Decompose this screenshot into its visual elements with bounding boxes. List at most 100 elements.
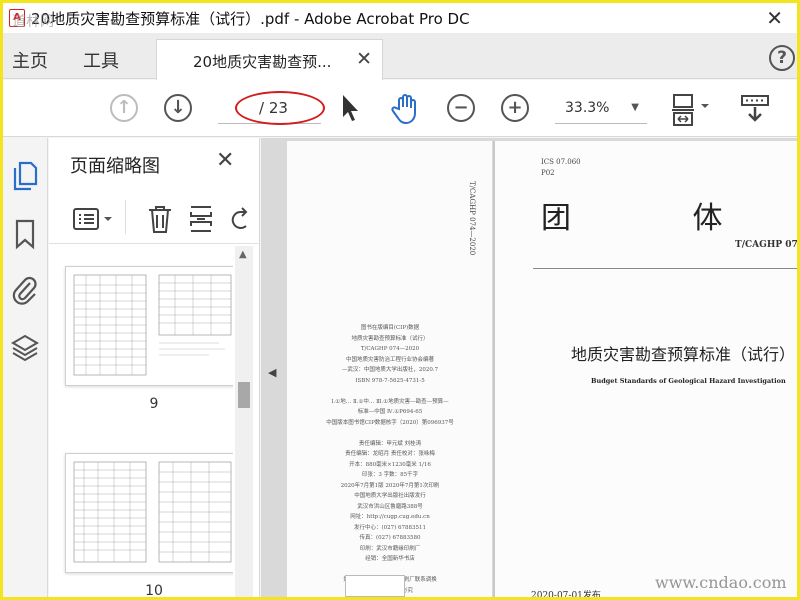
cip-line: 中国地质大学出版社出版发行 <box>354 493 426 499</box>
cip-line: 开本：880毫米×1230毫米 1/16 <box>349 461 431 468</box>
scroll-mode-icon <box>741 95 769 122</box>
cip-line <box>305 565 475 576</box>
bookmarks-button[interactable] <box>11 218 39 250</box>
layers-button[interactable] <box>11 332 39 364</box>
fit-page-icon <box>672 94 709 126</box>
cip-line: —武汉：中国地质大学出版社，2020.7 <box>341 367 439 373</box>
document-tab-close-button[interactable]: ✕ <box>356 48 372 70</box>
zoom-value: 33.3% <box>565 100 610 116</box>
thumbnail-options-button[interactable] <box>72 206 116 236</box>
watermark-logo: 道林网 <box>12 14 54 30</box>
publish-date: 2020-07-01发布 <box>531 591 601 597</box>
document-tab-label: 20地质灾害勘查预... <box>193 53 332 71</box>
cip-line: 武汉市洪山区鲁磨路388号 <box>357 503 423 510</box>
rotate-page-button[interactable] <box>228 204 254 238</box>
cip-line: 传真：(027) 67883580 <box>359 535 421 541</box>
tab-document[interactable]: 20地质灾害勘查预... ✕ <box>156 39 383 80</box>
cip-line: ISBN 978-7-5625-4731-5 <box>355 377 425 384</box>
thumbnail-table-page <box>158 461 232 563</box>
divider-line <box>533 268 797 269</box>
window-close-button[interactable]: ✕ <box>766 6 783 30</box>
thumbnail-page-number: 9 <box>149 396 159 412</box>
tab-bar: 主页 工具 20地质灾害勘查预... ✕ ? <box>3 33 797 80</box>
cursor-arrow-icon <box>343 95 358 121</box>
layers-icon <box>11 334 39 362</box>
acrobat-window: A 20地质灾害勘查预算标准（试行）.pdf - Adobe Acrobat P… <box>3 3 797 597</box>
thumbnail-table-page <box>73 461 147 563</box>
thumbnail-list: 9 10 <box>49 245 233 597</box>
page-thumbnail[interactable] <box>65 266 233 386</box>
attachments-button[interactable] <box>11 274 39 306</box>
thumbnail-scrollbar[interactable]: ▲ <box>235 246 253 597</box>
cip-line: 中国地质灾害防治工程行业协会编著 <box>345 356 434 363</box>
thumbnail-table-page <box>158 274 232 356</box>
cip-line: 标准—中国 Ⅳ.①P694-65 <box>357 409 423 415</box>
pdf-page-right: ICS 07.060 P02 团 体 标 T/CAGHP 074- 地质灾害勘查… <box>493 141 797 597</box>
cip-line <box>305 428 475 439</box>
zoom-in-button[interactable]: + <box>501 94 529 122</box>
zoom-out-button[interactable]: − <box>447 94 475 122</box>
hand-tool-button[interactable] <box>390 93 422 129</box>
chevron-down-icon: ▼ <box>631 102 639 113</box>
thumbnail-table-page <box>73 274 147 376</box>
cip-line: T/CAGHP 074—2020 <box>360 346 420 352</box>
collapse-panel-icon[interactable]: ◀ <box>268 366 276 379</box>
thumbnail-toolbar <box>49 194 260 244</box>
ccs-number: P02 <box>541 169 555 177</box>
toolbar-divider <box>125 200 126 234</box>
insert-page-icon <box>190 206 212 232</box>
cip-line: 图书在版编目(CIP)数据 <box>360 325 420 331</box>
previous-page-button[interactable]: ↑ <box>110 94 138 122</box>
thumbnail-page-number: 10 <box>145 583 163 597</box>
attachment-icon <box>12 276 37 305</box>
cip-data-block: 图书在版编目(CIP)数据地质灾害勘查预算标准（试行） T/CAGHP 074—2… <box>305 323 475 596</box>
cip-line: 印张：3 字数：85千字 <box>361 472 419 478</box>
cip-line: 经销：全国新华书店 <box>365 556 415 562</box>
zoom-dropdown[interactable]: 33.3% ▼ <box>555 94 647 124</box>
cip-line: 责任编辑：龙昭月 责任校对：张咏梅 <box>345 451 435 457</box>
tab-tools[interactable]: 工具 <box>83 47 119 73</box>
cip-line: 2020年7月第1版 2020年7月第1次印刷 <box>340 482 440 489</box>
delete-page-button[interactable] <box>146 204 174 238</box>
cip-line: 发行中心：(027) 67883511 <box>353 524 427 531</box>
page-thumbnails-button[interactable] <box>11 160 39 192</box>
scroll-up-icon[interactable]: ▲ <box>239 249 247 260</box>
document-view[interactable]: ◀ T/CAGHP 074—2020 图书在版编目(CIP)数据地质灾害勘查预算… <box>261 138 797 597</box>
hand-icon <box>391 94 416 125</box>
ics-code: ICS 07.060 P02 <box>541 157 581 179</box>
standard-code: T/CAGHP 074- <box>735 240 797 250</box>
bookmark-icon <box>15 219 35 250</box>
document-title-english: Budget Standards of Geological Hazard In… <box>591 377 786 385</box>
panel-title: 页面缩略图 <box>70 156 160 177</box>
cip-line: Ⅰ.①地… Ⅱ.①中… Ⅲ.①地质灾害—勘查—预算— <box>331 398 449 405</box>
cip-line: 地质灾害勘查预算标准（试行） <box>351 335 429 342</box>
cip-line: 印刷：武汉市籍缘印刷厂 <box>359 545 421 552</box>
cip-line: 责任编辑：甲元斌 刘桂涛 <box>358 440 422 447</box>
scrollbar-thumb[interactable] <box>238 382 250 408</box>
panel-close-button[interactable]: ✕ <box>216 148 234 173</box>
window-title: 20地质灾害勘查预算标准（试行）.pdf - Adobe Acrobat Pro… <box>31 9 470 28</box>
navigation-rail <box>3 138 48 597</box>
spine-code: T/CAGHP 074—2020 <box>468 181 476 256</box>
document-title-chinese: 地质灾害勘查预算标准（试行） <box>571 345 796 364</box>
cip-line <box>305 386 475 397</box>
options-menu-icon <box>73 208 112 230</box>
watermark-url: www.cndao.com <box>655 573 787 592</box>
ics-number: ICS 07.060 <box>541 158 581 166</box>
page-thumbnails-panel: 页面缩略图 ✕ 9 10 ▲ <box>49 138 260 597</box>
title-bar: A 20地质灾害勘查预算标准（试行）.pdf - Adobe Acrobat P… <box>3 3 797 33</box>
cip-line: 网址：http://cugp.cug.edu.cn <box>350 514 430 520</box>
rotate-icon <box>231 207 248 229</box>
page-thumbnail[interactable] <box>65 453 233 573</box>
insert-page-button[interactable] <box>188 204 214 238</box>
barcode <box>345 575 405 597</box>
tab-home[interactable]: 主页 <box>12 47 48 73</box>
toolbar: ↑ ↓ / 23 − + 33.3% ▼ <box>3 80 797 137</box>
help-icon[interactable]: ? <box>769 45 795 71</box>
next-page-button[interactable]: ↓ <box>164 94 192 122</box>
scroll-mode-button[interactable] <box>740 93 770 129</box>
red-annotation-ellipse <box>235 91 325 125</box>
select-tool-button[interactable] <box>340 93 360 127</box>
fit-page-button[interactable] <box>670 93 710 131</box>
pdf-page-left: T/CAGHP 074—2020 图书在版编目(CIP)数据地质灾害勘查预算标准… <box>287 141 492 597</box>
